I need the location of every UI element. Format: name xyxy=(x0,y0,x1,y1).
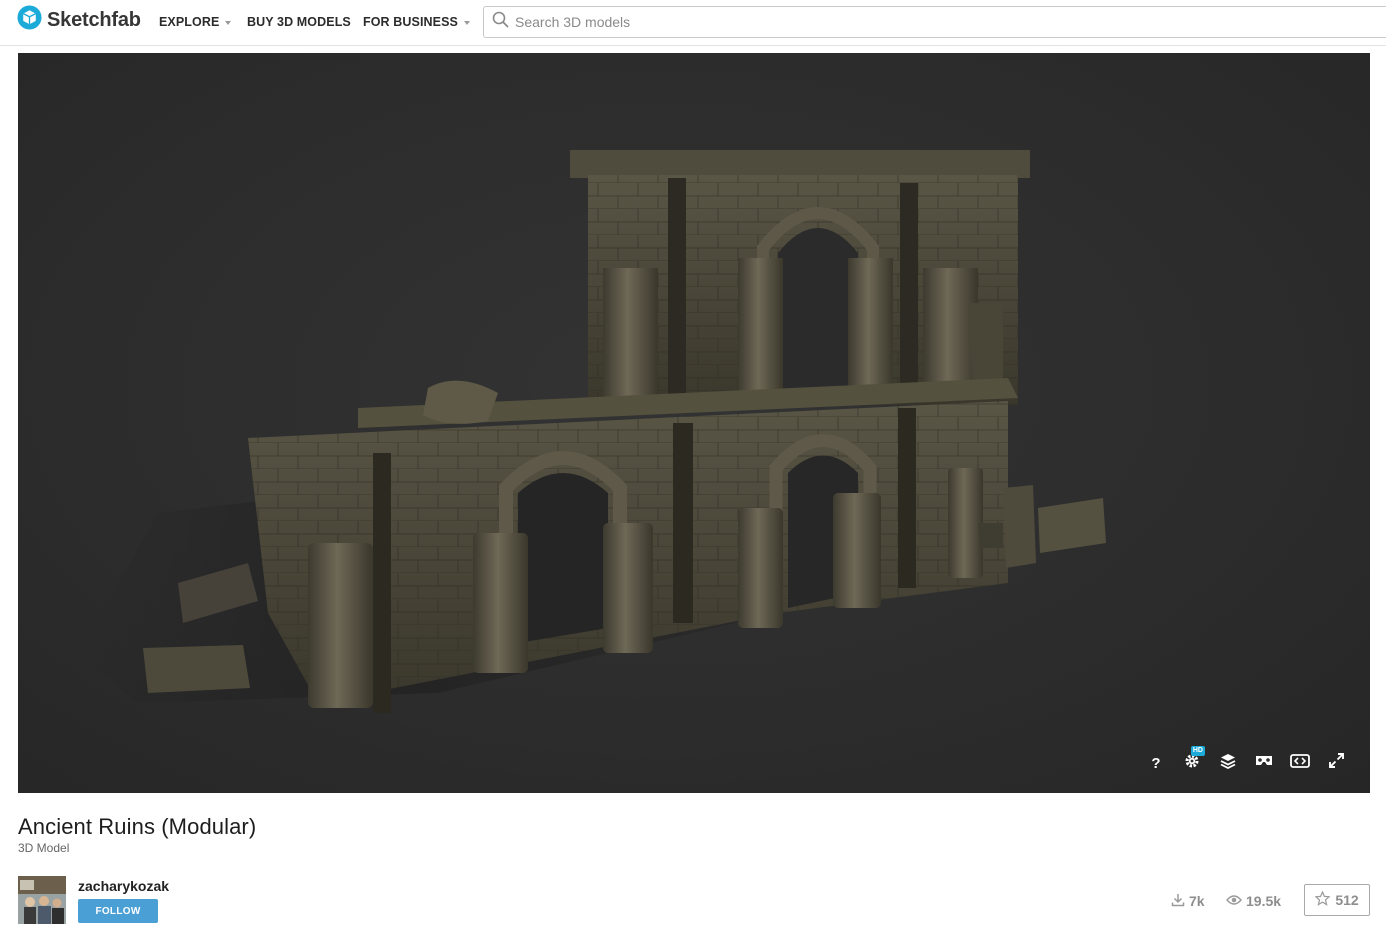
viewer-controls: ? HD xyxy=(1138,746,1354,777)
star-icon xyxy=(1314,890,1331,909)
fullscreen-button[interactable] xyxy=(1318,749,1354,777)
vr-icon xyxy=(1255,754,1273,772)
help-icon: ? xyxy=(1151,754,1161,772)
chevron-down-icon xyxy=(463,20,470,25)
view-count: 19.5k xyxy=(1226,892,1281,910)
search-icon xyxy=(492,11,509,33)
view-count-value: 19.5k xyxy=(1246,893,1282,909)
sketchfab-logo-icon xyxy=(17,5,42,35)
download-count-value: 7k xyxy=(1189,893,1205,909)
download-count: 7k xyxy=(1171,892,1205,910)
sketchfab-logo[interactable]: Sketchfab xyxy=(17,5,141,35)
nav-buy-label: BUY 3D MODELS xyxy=(247,15,351,29)
nav-for-business[interactable]: FOR BUSINESS xyxy=(363,14,470,30)
logo-text: Sketchfab xyxy=(47,8,141,31)
embed-icon xyxy=(1290,753,1310,773)
follow-button[interactable]: FOLLOW xyxy=(78,899,158,923)
settings-button[interactable]: HD xyxy=(1174,746,1210,777)
search-input[interactable] xyxy=(515,14,1115,30)
nav-buy-3d-models[interactable]: BUY 3D MODELS xyxy=(247,14,351,30)
help-button[interactable]: ? xyxy=(1138,749,1174,777)
layers-button[interactable] xyxy=(1210,749,1246,777)
like-count-value: 512 xyxy=(1335,892,1359,908)
top-navigation-bar: Sketchfab EXPLORE BUY 3D MODELS FOR BUSI… xyxy=(0,0,1386,46)
layers-icon xyxy=(1220,753,1236,774)
download-icon xyxy=(1171,893,1185,910)
nav-explore-label: EXPLORE xyxy=(159,15,220,29)
fullscreen-icon xyxy=(1328,753,1344,773)
eye-icon xyxy=(1226,893,1242,909)
like-button[interactable]: 512 xyxy=(1304,884,1370,916)
nav-explore[interactable]: EXPLORE xyxy=(159,14,232,30)
lower-tier xyxy=(248,401,1008,713)
avatar[interactable] xyxy=(18,876,66,924)
model-viewer-canvas[interactable]: ? HD xyxy=(18,53,1370,793)
author-username[interactable]: zacharykozak xyxy=(78,878,169,894)
model-title: Ancient Ruins (Modular) xyxy=(18,814,257,839)
avatar-image xyxy=(18,876,66,924)
ruins-3d-model-render xyxy=(78,150,1106,713)
upper-tier xyxy=(570,150,1030,408)
search-box[interactable] xyxy=(483,6,1386,38)
vr-button[interactable] xyxy=(1246,749,1282,777)
embed-button[interactable] xyxy=(1282,749,1318,777)
chevron-down-icon xyxy=(225,20,232,25)
model-type-label: 3D Model xyxy=(18,841,70,855)
nav-business-label: FOR BUSINESS xyxy=(363,15,458,29)
hd-badge: HD xyxy=(1190,746,1205,756)
